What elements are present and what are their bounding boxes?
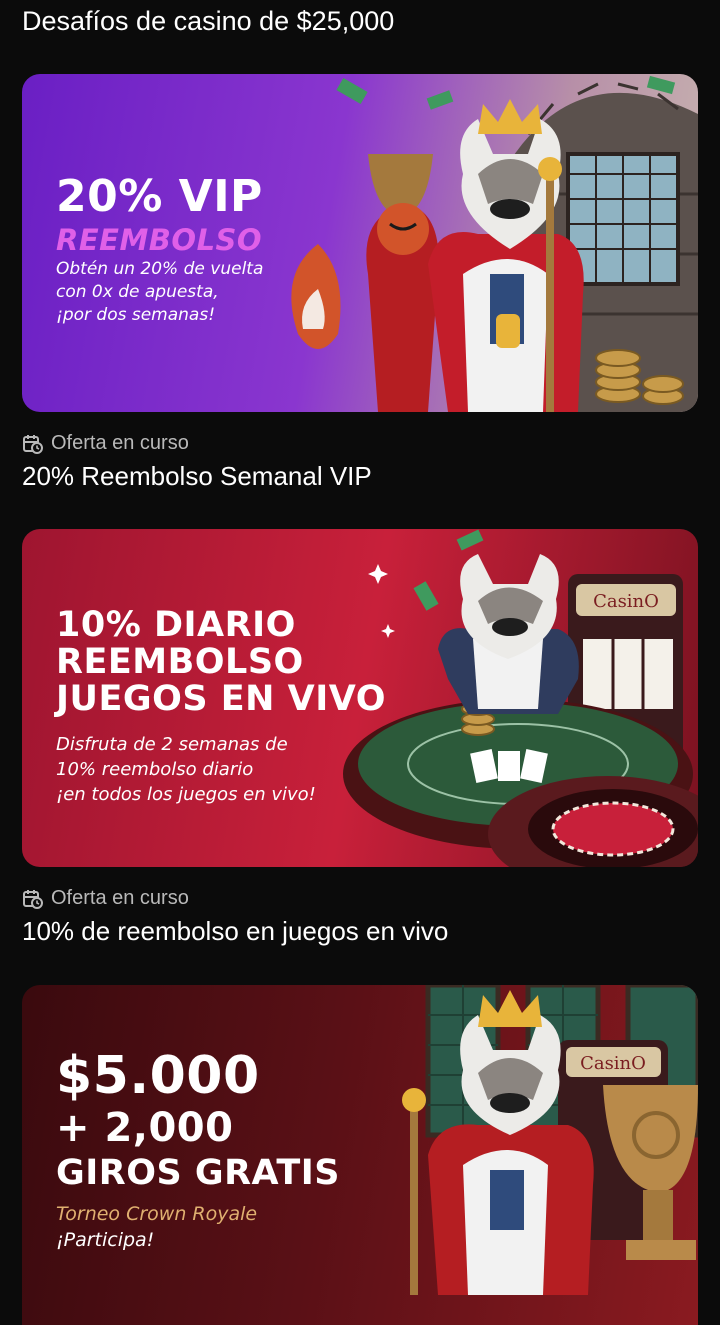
offer-banner-live-cashback[interactable]: CasinO 10% DIARIO REEMBOLSO JUEGOS EN VI…: [22, 529, 698, 867]
offer-banner-vip-cashback[interactable]: 20% VIP REEMBOLSO Obtén un 20% de vuelta…: [22, 74, 698, 412]
banner-description-line: con 0x de apuesta,: [56, 282, 219, 302]
offer-title[interactable]: 10% de reembolso en juegos en vivo: [22, 916, 448, 947]
banner-description-line: ¡por dos semanas!: [56, 305, 216, 325]
slot-machine-sign: CasinO: [580, 1053, 646, 1074]
banner-description-line: Obtén un 20% de vuelta: [56, 259, 264, 279]
banner-description-line: 10% reembolso diario: [56, 759, 254, 780]
banner-description-accent: Torneo Crown Royale: [56, 1203, 258, 1225]
banner-headline: GIROS GRATIS: [56, 1153, 341, 1193]
banner-headline: + 2,000: [56, 1105, 234, 1151]
page-title: Desafíos de casino de $25,000: [22, 6, 395, 36]
offer-status-label: Oferta en curso: [51, 887, 189, 909]
offer-banner-crown-royale[interactable]: CasinO $5.000 + 2,000 GIROS GRATIS Torne…: [22, 985, 698, 1325]
banner-headline-accent: REEMBOLSO: [56, 223, 263, 257]
slot-machine-sign: CasinO: [593, 591, 659, 612]
offer-status: Oferta en curso: [22, 432, 189, 455]
offer-status: Oferta en curso: [22, 887, 189, 910]
banner-headline: 20% VIP: [56, 171, 263, 222]
offer-status-label: Oferta en curso: [51, 432, 189, 454]
banner-headline-prize: $5.000: [56, 1046, 260, 1106]
banner-description-line: Disfruta de 2 semanas de: [56, 734, 288, 755]
banner-headline: 10% DIARIO: [56, 605, 296, 645]
wolf-king-trophy-illustration: CasinO: [402, 985, 698, 1295]
wolf-dealer-table-illustration: CasinO: [343, 529, 698, 867]
banner-description-line: ¡en todos los juegos en vivo!: [56, 784, 316, 805]
banner-description-line: ¡Participa!: [56, 1229, 155, 1251]
wolf-king-fox-illustration: [291, 75, 698, 412]
banner-headline: JUEGOS EN VIVO: [56, 679, 386, 719]
calendar-clock-icon: [23, 434, 43, 454]
offer-title[interactable]: 20% Reembolso Semanal VIP: [22, 461, 372, 492]
banner-headline: REEMBOLSO: [56, 642, 304, 682]
calendar-clock-icon: [23, 889, 43, 909]
